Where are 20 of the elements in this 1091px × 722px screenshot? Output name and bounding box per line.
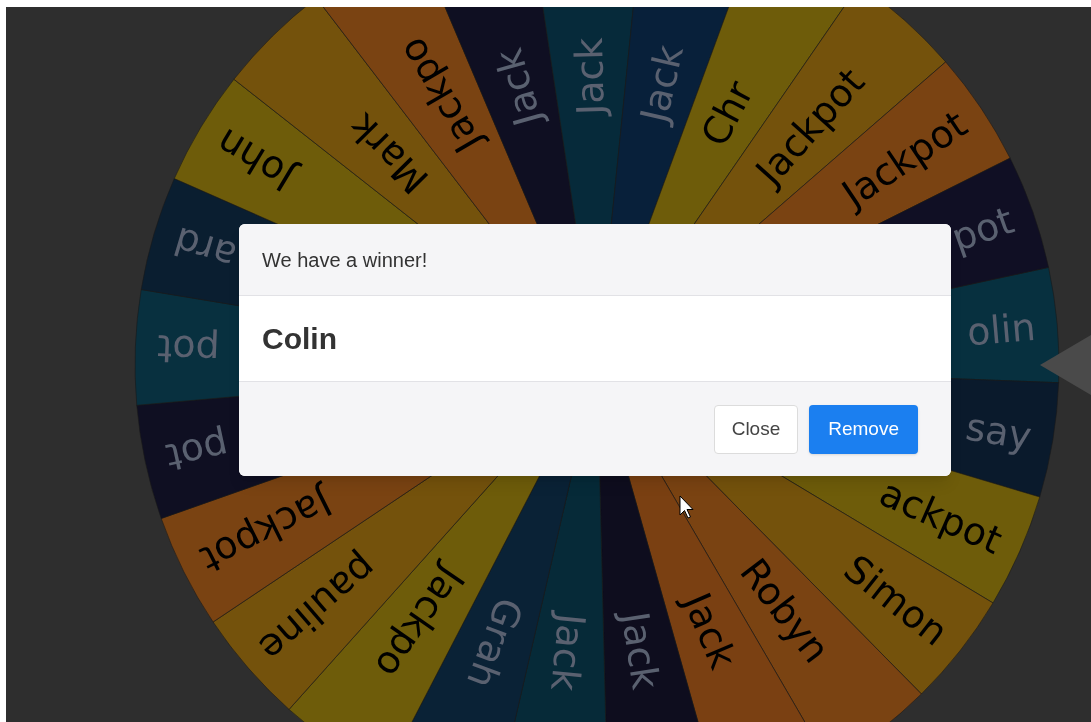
winner-name: Colin bbox=[262, 321, 337, 357]
close-button[interactable]: Close bbox=[713, 404, 799, 454]
segment-label: Chr bbox=[692, 74, 763, 154]
segment-label: pot bbox=[156, 326, 221, 373]
segment-label: Grah bbox=[458, 592, 532, 694]
remove-button[interactable]: Remove bbox=[809, 404, 918, 454]
segment-label: pot bbox=[162, 423, 233, 480]
segment-label: ard bbox=[169, 218, 242, 279]
segment-label: John bbox=[208, 119, 302, 200]
segment-label: Jack bbox=[674, 586, 746, 675]
cursor-icon bbox=[679, 495, 694, 519]
dialog-title: We have a winner! bbox=[262, 247, 428, 273]
segment-label: olin bbox=[965, 304, 1038, 355]
segment-label: Jack bbox=[612, 608, 668, 692]
segment-label: Jack bbox=[567, 37, 613, 116]
segment-label: Jack bbox=[542, 611, 594, 693]
pointer-marker bbox=[1040, 335, 1091, 395]
segment-label: Jack bbox=[631, 41, 693, 127]
segment-label: say bbox=[962, 404, 1035, 459]
segment-label: Jack bbox=[486, 43, 551, 131]
